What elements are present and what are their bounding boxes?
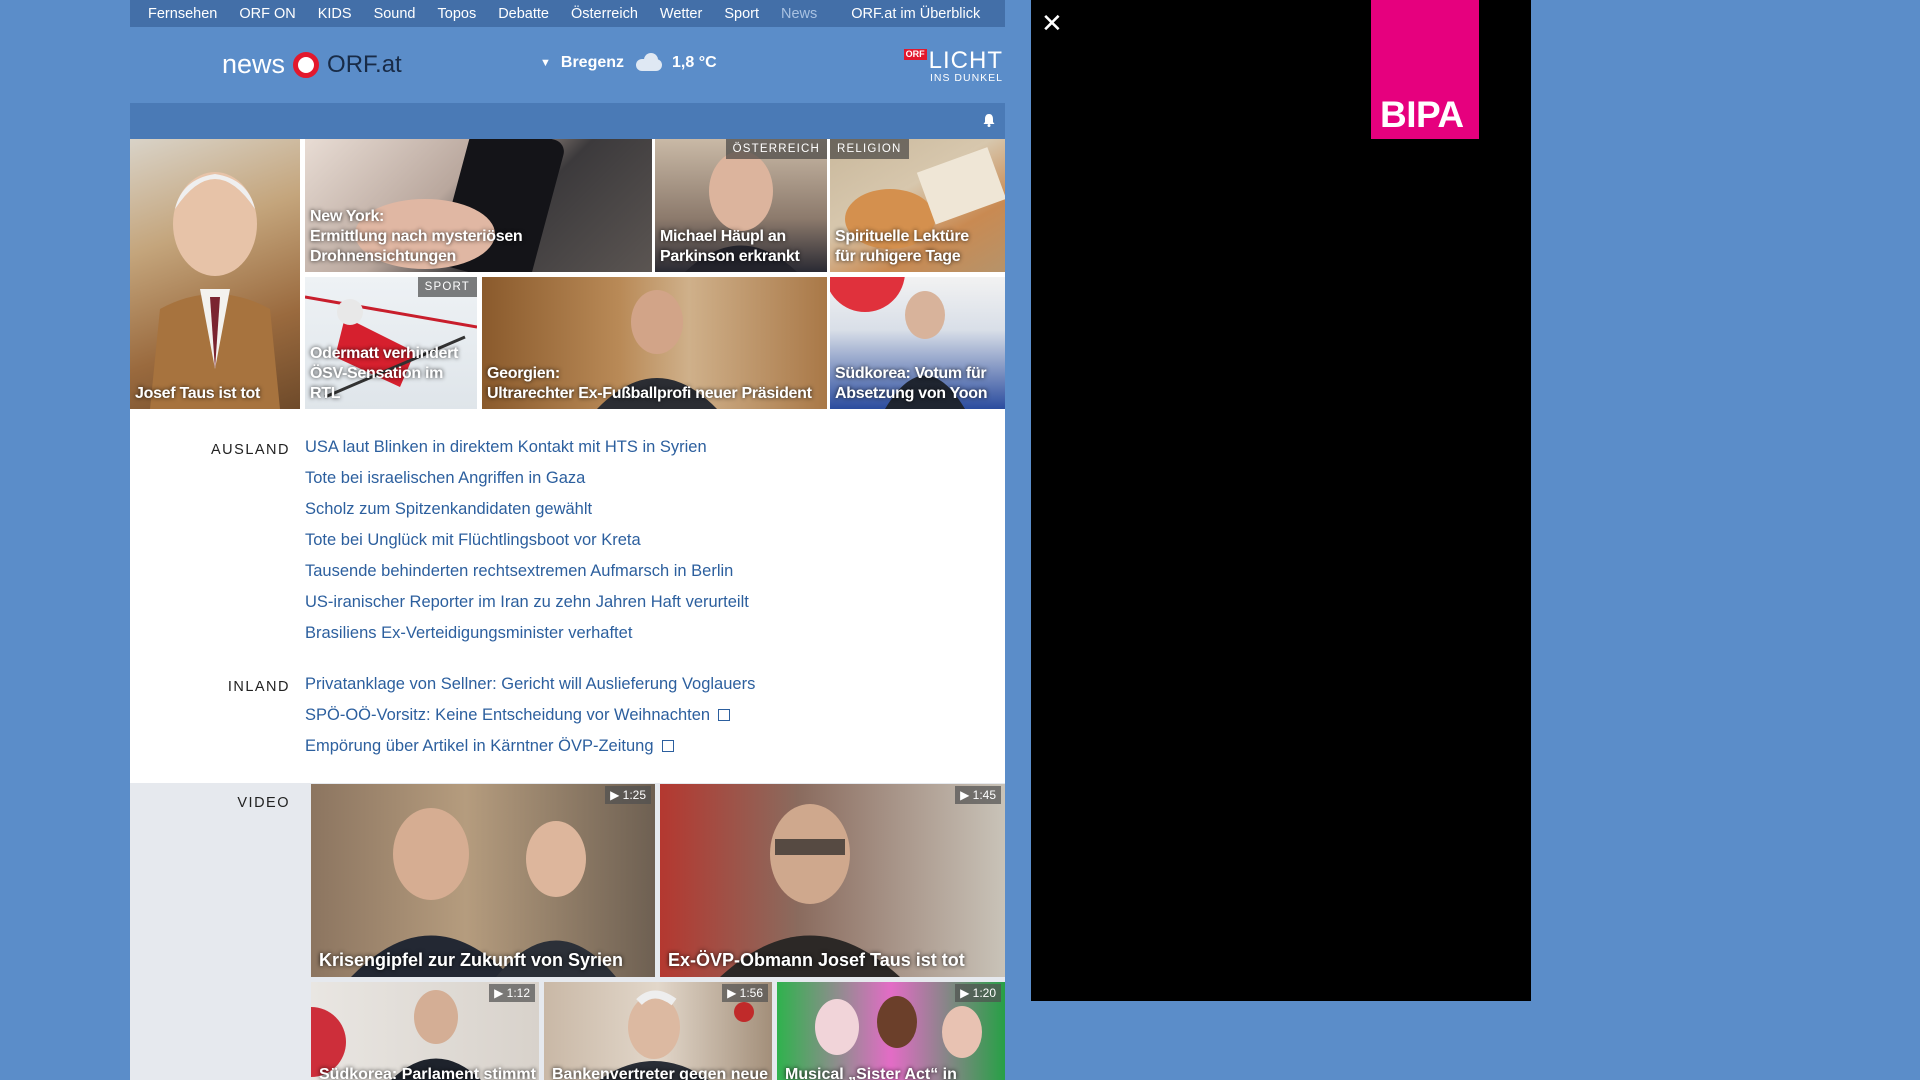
tile-caption: New York: Ermittlung nach mysteriösen Dro… — [310, 208, 523, 265]
category-tag: ÖSTERREICH — [725, 139, 827, 159]
nav-news[interactable]: News — [781, 6, 817, 22]
news-orf-logo[interactable]: news ORF.at — [222, 49, 402, 80]
nav-oesterreich[interactable]: Österreich — [571, 6, 638, 22]
ad-panel[interactable]: ✕ BIPA — [1031, 0, 1531, 1001]
ausland-links: USA laut Blinken in direktem Kontakt mit… — [305, 432, 749, 649]
dropdown-triangle-icon: ▼ — [540, 57, 551, 69]
video-duration: ▶ 1:20 — [955, 984, 1001, 1002]
link-text: Empörung über Artikel in Kärntner ÖVP-Ze… — [305, 737, 654, 755]
weather-city: Bregenz — [560, 54, 625, 71]
category-tag: RELIGION — [830, 139, 909, 159]
site-header: news ORF.at ▼ Bregenz 1,8 °C ORF LICHT IN… — [130, 27, 1005, 103]
tile-caption: Spirituelle Lektüre für ruhigere Tage — [835, 228, 969, 265]
video-caption: Bankenvertreter gegen neue — [552, 1066, 769, 1080]
news-link[interactable]: USA laut Blinken in direktem Kontakt mit… — [305, 432, 749, 463]
campaign-title: LICHT — [928, 47, 1003, 74]
cloud-icon — [632, 53, 666, 73]
main-content: Josef Taus ist tot New York: Ermittlung n… — [130, 139, 1005, 783]
video-duration: ▶ 1:12 — [489, 984, 535, 1002]
news-link[interactable]: US-iranischer Reporter im Iran zu zehn J… — [305, 587, 749, 618]
video-section: VIDEO ▶ 1:25 Krisengipfel zur Zukunft vo… — [130, 783, 1005, 1080]
portrait-image — [150, 172, 280, 409]
nav-wetter[interactable]: Wetter — [660, 6, 702, 22]
story-tile-georgien[interactable]: Georgien: Ultrarechter Ex-Fußballprofi ne… — [482, 277, 827, 409]
nav-overview[interactable]: ORF.at im Überblick — [851, 6, 980, 22]
nav-sound[interactable]: Sound — [374, 6, 416, 22]
nav-topos[interactable]: Topos — [438, 6, 477, 22]
video-duration: ▶ 1:45 — [955, 786, 1001, 804]
tile-caption: Südkorea: Votum für Absetzung von Yoon — [835, 365, 988, 402]
video-tile[interactable]: ▶ 1:12 Südkorea: Parlament stimmt — [311, 982, 539, 1080]
nav-orf-on[interactable]: ORF ON — [239, 6, 295, 22]
orf-badge: ORF — [903, 49, 927, 60]
campaign-subtitle: INS DUNKEL — [929, 72, 1003, 84]
bipa-logo[interactable]: BIPA — [1371, 0, 1479, 139]
story-tile-religion[interactable]: RELIGION Spirituelle Lektüre für ruhigere… — [830, 139, 1005, 272]
story-tile-haeupl[interactable]: ÖSTERREICH Michael Häupl an Parkinson erk… — [655, 139, 827, 272]
video-tile[interactable]: ▶ 1:56 Bankenvertreter gegen neue — [544, 982, 772, 1080]
video-caption: Südkorea: Parlament stimmt — [319, 1066, 536, 1080]
nav-kids[interactable]: KIDS — [318, 6, 352, 22]
video-tile[interactable]: ▶ 1:20 Musical „Sister Act“ in — [777, 982, 1005, 1080]
story-tile-odermatt[interactable]: SPORT Odermatt verhindert ÖSV-Sensation i… — [305, 277, 477, 409]
news-link[interactable]: Scholz zum Spitzenkandidaten gewählt — [305, 494, 749, 525]
video-thumbnail — [720, 804, 900, 977]
news-link[interactable]: Brasiliens Ex-Verteidigungsminister verh… — [305, 618, 749, 649]
weather-widget[interactable]: ▼ Bregenz 1,8 °C — [540, 53, 717, 73]
link-text: SPÖ-OÖ-Vorsitz: Keine Entscheidung vor W… — [305, 706, 711, 724]
tile-caption: Michael Häupl an Parkinson erkrankt — [660, 228, 800, 265]
news-link[interactable]: Tote bei israelischen Angriffen in Gaza — [305, 463, 749, 494]
story-tile-new-york[interactable]: New York: Ermittlung nach mysteriösen Dro… — [305, 139, 652, 272]
video-caption: Musical „Sister Act“ in — [785, 1066, 957, 1080]
orf-ring-icon — [293, 51, 320, 78]
logo-news-text: news — [222, 49, 286, 79]
nav-sport[interactable]: Sport — [724, 6, 759, 22]
tile-caption: Josef Taus ist tot — [135, 385, 260, 402]
section-label-inland: INLAND — [227, 679, 290, 695]
video-tile[interactable]: ▶ 1:45 Ex-ÖVP-Obmann Josef Taus ist tot — [660, 784, 1005, 977]
news-link[interactable]: SPÖ-OÖ-Vorsitz: Keine Entscheidung vor W… — [305, 700, 755, 731]
news-link[interactable]: Tote bei Unglück mit Flüchtlingsboot vor… — [305, 525, 749, 556]
weather-temperature: 1,8 °C — [672, 54, 717, 71]
nav-fernsehen[interactable]: Fernsehen — [148, 6, 217, 22]
news-link[interactable]: Empörung über Artikel in Kärntner ÖVP-Ze… — [305, 731, 755, 762]
logo-orf-text: ORF.at — [327, 50, 402, 78]
close-icon[interactable]: ✕ — [1041, 8, 1063, 39]
story-tile-suedkorea[interactable]: Südkorea: Votum für Absetzung von Yoon — [830, 277, 1005, 409]
video-caption: Ex-ÖVP-Obmann Josef Taus ist tot — [668, 950, 965, 970]
licht-ins-dunkel-logo[interactable]: ORF LICHT INS DUNKEL — [903, 47, 1003, 84]
inland-links: Privatanklage von Sellner: Gericht will … — [305, 669, 755, 762]
video-duration: ▶ 1:56 — [722, 984, 768, 1002]
video-thumbnail — [351, 808, 616, 977]
external-link-icon — [718, 709, 731, 721]
notification-bar — [130, 103, 1005, 139]
section-label-ausland: AUSLAND — [211, 442, 290, 458]
video-caption: Krisengipfel zur Zukunft von Syrien — [319, 950, 624, 970]
news-link[interactable]: Privatanklage von Sellner: Gericht will … — [305, 669, 755, 700]
section-label-video: VIDEO — [237, 795, 290, 811]
video-tile[interactable]: ▶ 1:25 Krisengipfel zur Zukunft von Syri… — [311, 784, 655, 977]
bell-icon[interactable] — [983, 113, 995, 127]
news-link[interactable]: Tausende behinderten rechtsextremen Aufm… — [305, 556, 749, 587]
external-link-icon — [661, 740, 674, 752]
tile-caption: Odermatt verhindert ÖSV-Sensation im RTL — [310, 345, 459, 402]
story-tile-josef-taus[interactable]: Josef Taus ist tot — [130, 139, 300, 409]
category-tag: SPORT — [417, 277, 477, 297]
brand-text: BIPA — [1380, 94, 1464, 135]
nav-debatte[interactable]: Debatte — [498, 6, 549, 22]
tile-caption: Georgien: Ultrarechter Ex-Fußballprofi ne… — [487, 365, 812, 402]
video-duration: ▶ 1:25 — [605, 786, 651, 804]
top-navigation: Fernsehen ORF ON KIDS Sound Topos Debatt… — [130, 0, 1005, 27]
